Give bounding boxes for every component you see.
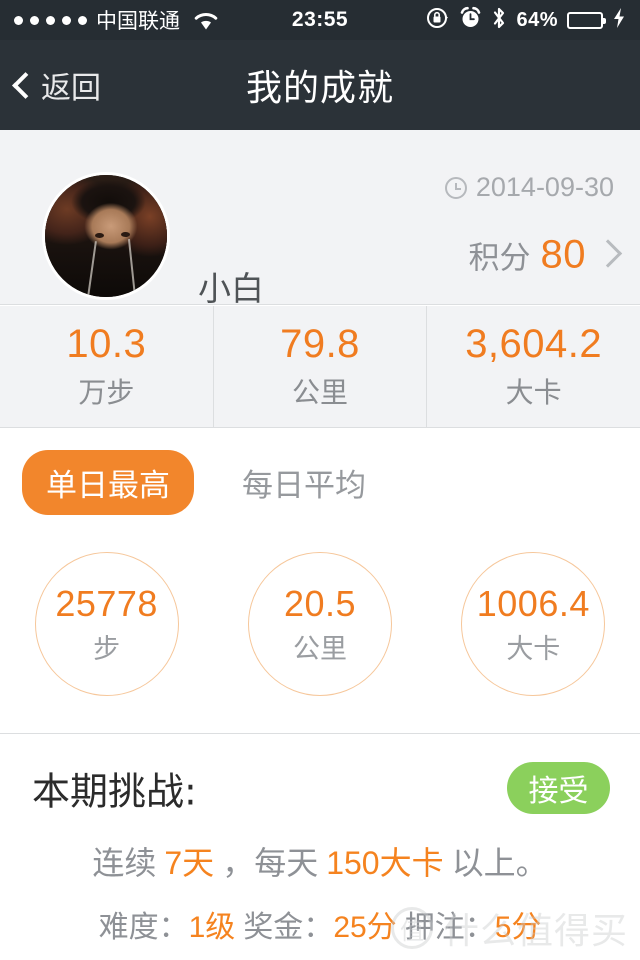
score-entry[interactable]: 积分 80 [468, 232, 623, 278]
difficulty-label: 难度： [98, 911, 189, 944]
record-unit: 大卡 [506, 633, 561, 664]
record-value: 25778 [55, 582, 158, 624]
section-divider [0, 733, 640, 734]
record-unit: 步 [93, 633, 121, 664]
date-row: 2014-09-30 [444, 172, 614, 203]
summary-unit: 公里 [292, 377, 349, 408]
record-value: 20.5 [283, 582, 357, 624]
score-value: 80 [540, 232, 586, 277]
clock-icon [444, 176, 467, 199]
watermark-logo-icon: 值 [390, 907, 433, 949]
chevron-right-icon [593, 239, 623, 268]
alarm-clock-icon [459, 6, 482, 34]
watermark-text: 什么值得买 [442, 910, 628, 951]
summary-cell-calories: 3,604.2 大卡 [426, 306, 640, 427]
score-label: 积分 [468, 240, 531, 276]
navigation-bar: 返回 我的成就 [0, 40, 640, 130]
battery-icon [567, 11, 606, 29]
record-circles: 25778 步 20.5 公里 1006.4 大卡 [0, 552, 640, 696]
challenge-text: ，每天 [222, 845, 319, 881]
lightning-bolt-icon [612, 7, 626, 34]
page-title: 我的成就 [245, 68, 394, 109]
difficulty-value: 1级 [188, 911, 236, 944]
avatar[interactable] [42, 172, 170, 300]
record-unit: 公里 [292, 633, 347, 664]
summary-cell-distance: 79.8 公里 [212, 306, 427, 427]
challenge-title: 本期挑战: [32, 769, 197, 814]
profile-section: 小白 LV3 2014-09-30 积分 80 [0, 130, 640, 393]
tab-daily-average[interactable]: 每日平均 [218, 450, 390, 515]
summary-unit: 大卡 [505, 377, 562, 408]
challenge-header: 本期挑战: 接受 [0, 760, 640, 816]
challenge-description-line-1: 连续 7天 ，每天 150大卡 以上。 [0, 838, 640, 884]
site-watermark: 值 什么值得买 [390, 902, 628, 954]
challenge-highlight-calories: 150大卡 [326, 845, 444, 881]
challenge-highlight-days: 7天 [164, 845, 215, 881]
tab-daily-best[interactable]: 单日最高 [22, 450, 194, 515]
summary-value: 79.8 [280, 322, 360, 366]
battery-percent-label: 64% [516, 8, 558, 31]
record-value: 1006.4 [476, 582, 590, 624]
bonus-value: 25分 [333, 911, 397, 944]
challenge-text: 以上。 [451, 845, 548, 881]
summary-value: 3,604.2 [465, 322, 603, 366]
user-name: 小白 [198, 269, 264, 308]
summary-value: 10.3 [66, 322, 147, 366]
accept-button[interactable]: 接受 [507, 762, 610, 814]
stats-mode-tabs: 单日最高 每日平均 [22, 450, 390, 515]
status-bar-right: 64% [426, 6, 626, 35]
record-circle-calories: 1006.4 大卡 [461, 552, 606, 696]
bonus-label: 奖金： [243, 911, 334, 944]
challenge-text: 连续 [92, 845, 157, 881]
bluetooth-icon [491, 6, 507, 35]
avatar-photo [45, 175, 167, 297]
record-circle-distance: 20.5 公里 [247, 552, 392, 696]
rotation-lock-icon [426, 6, 450, 35]
status-bar: 中国联通 23:55 64% [0, 0, 640, 40]
summary-cell-steps: 10.3 万步 [0, 306, 213, 427]
date-label: 2014-09-30 [475, 172, 614, 202]
app-screen: 中国联通 23:55 64% 返回 我的成就 小白 2014-09-30 积分 … [0, 0, 640, 960]
summary-stats: 10.3 万步 79.8 公里 3,604.2 大卡 [0, 306, 640, 428]
summary-unit: 万步 [78, 377, 135, 408]
record-circle-steps: 25778 步 [34, 552, 179, 696]
